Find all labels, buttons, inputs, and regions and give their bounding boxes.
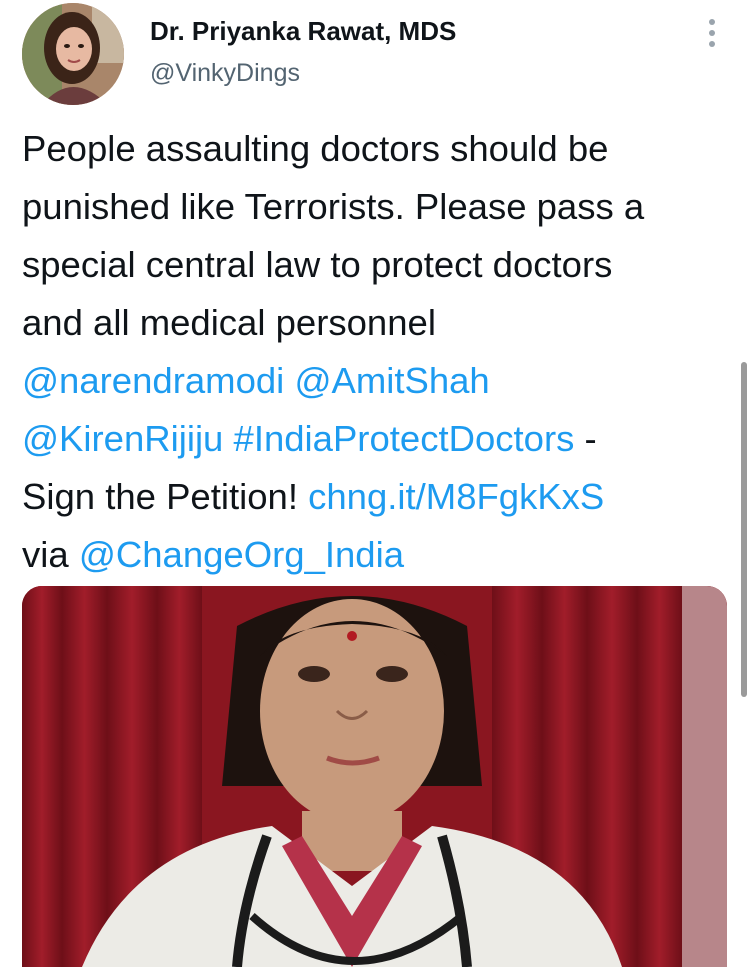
hashtag-link[interactable]: #IndiaProtectDoctors xyxy=(234,418,575,459)
tweet-text-line: via @ChangeOrg_India xyxy=(22,526,737,584)
tweet-text-line: @narendramodi @AmitShah xyxy=(22,352,737,410)
tweet-text-line: @KirenRijiju #IndiaProtectDoctors - xyxy=(22,410,737,468)
mention-link[interactable]: @narendramodi xyxy=(22,360,284,401)
tweet-text-line: punished like Terrorists. Please pass a xyxy=(22,186,645,227)
avatar-photo xyxy=(22,3,124,105)
author-handle[interactable]: @VinkyDings xyxy=(150,59,300,88)
tweet-text-line: Sign the Petition! chng.it/M8FgkKxS xyxy=(22,468,737,526)
petition-link[interactable]: chng.it/M8FgkKxS xyxy=(308,476,604,517)
mention-link[interactable]: @ChangeOrg_India xyxy=(79,534,404,575)
mention-link[interactable]: @KirenRijiju xyxy=(22,418,223,459)
tweet-text-line: People assaulting doctors should be xyxy=(22,128,609,169)
author-name[interactable]: Dr. Priyanka Rawat, MDS xyxy=(150,16,456,47)
page-scrollbar[interactable] xyxy=(741,362,747,697)
tweet-text-line: special central law to protect doctors xyxy=(22,244,613,285)
tweet-text: People assaulting doctors should be puni… xyxy=(22,120,737,584)
avatar[interactable] xyxy=(22,3,124,105)
tweet-text-line: and all medical personnel xyxy=(22,302,436,343)
sign-prefix-text: Sign the Petition! xyxy=(22,476,309,517)
via-prefix-text: via xyxy=(22,534,79,575)
mention-link[interactable]: @AmitShah xyxy=(294,360,489,401)
doctor-photo xyxy=(22,586,727,967)
tweet-card: Dr. Priyanka Rawat, MDS @VinkyDings Peop… xyxy=(0,0,750,967)
more-vertical-icon[interactable] xyxy=(698,14,726,52)
dash-text: - xyxy=(574,418,597,459)
tweet-media-image[interactable] xyxy=(22,586,727,967)
